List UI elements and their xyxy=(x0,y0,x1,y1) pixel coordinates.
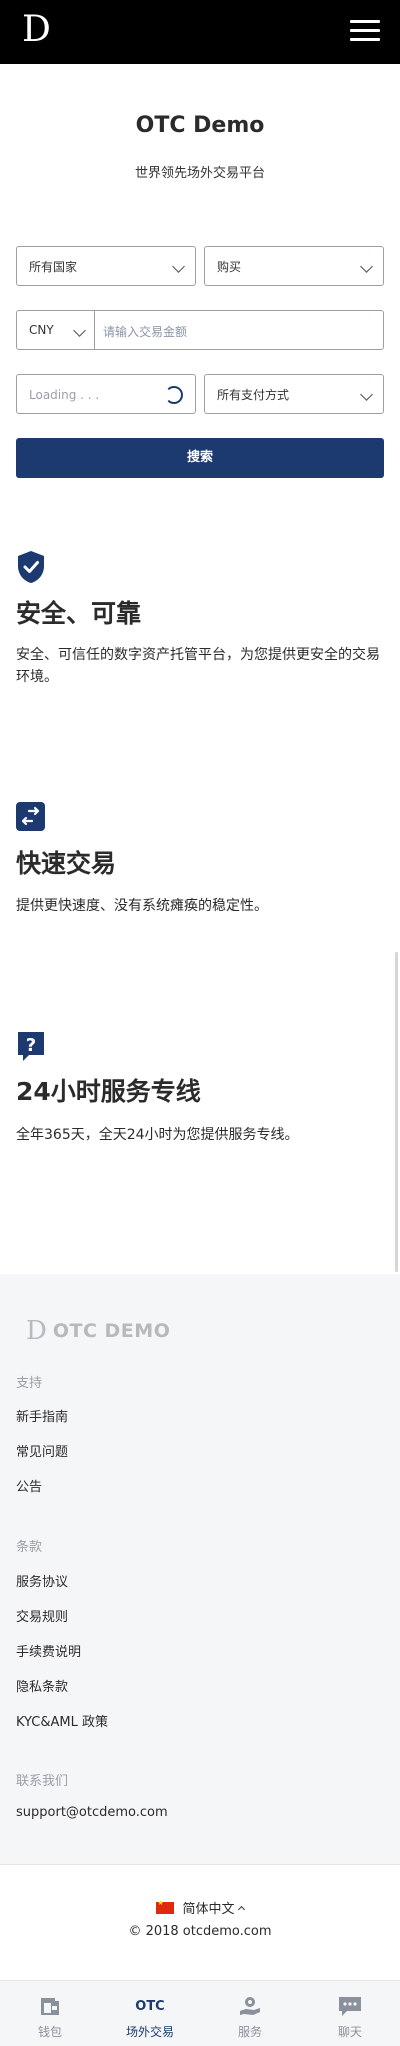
chat-icon xyxy=(339,1997,361,2016)
footer-link-faq[interactable]: 常见问题 xyxy=(16,1441,68,1460)
language-selector[interactable]: 简体中文 xyxy=(0,1898,400,1917)
search-button[interactable]: 搜索 xyxy=(16,438,384,478)
exchange-icon xyxy=(16,802,45,831)
chevron-down-icon xyxy=(73,324,86,337)
chevron-down-icon xyxy=(360,388,373,401)
feature-desc-security: 安全、可信任的数字资产托管平台，为您提供更安全的交易环境。 xyxy=(16,647,380,685)
logo[interactable]: D xyxy=(22,8,51,52)
footer-link-trading-rules[interactable]: 交易规则 xyxy=(16,1606,68,1625)
footer-link-privacy[interactable]: 隐私条款 xyxy=(16,1676,68,1695)
chevron-up-icon xyxy=(237,1905,245,1913)
svg-text:?: ? xyxy=(26,1035,36,1056)
wallet-icon xyxy=(41,1998,59,2015)
copyright: © 2018 otcdemo.com xyxy=(128,1924,272,1939)
currency-select[interactable]: CNY xyxy=(17,311,95,349)
top-bar: D xyxy=(0,0,400,64)
footer-link-kyc-aml[interactable]: KYC&AML 政策 xyxy=(16,1711,108,1730)
page-title: OTC Demo xyxy=(135,113,265,138)
loading-select[interactable]: Loading . . . xyxy=(16,374,196,414)
footer-heading-contact: 联系我们 xyxy=(16,1774,69,1789)
footer-link-guide[interactable]: 新手指南 xyxy=(16,1406,68,1425)
footer-link-fees[interactable]: 手续费说明 xyxy=(16,1641,81,1660)
footer-contact-email[interactable]: support@otcdemo.com xyxy=(16,1805,168,1820)
footer-link-service-agreement[interactable]: 服务协议 xyxy=(16,1571,68,1590)
nav-service[interactable]: 服务 xyxy=(200,1981,300,2046)
feature-desc-speed: 提供更快速度、没有系统瘫痪的稳定性。 xyxy=(16,898,268,914)
chevron-down-icon xyxy=(172,260,185,273)
otc-icon: OTC xyxy=(135,1999,165,2014)
payment-method-select[interactable]: 所有支付方式 xyxy=(204,374,384,414)
footer-divider xyxy=(0,1864,400,1865)
feature-title-security: 安全、可靠 xyxy=(16,599,142,628)
nav-wallet[interactable]: 钱包 xyxy=(0,1981,100,2046)
nav-chat[interactable]: 聊天 xyxy=(300,1981,400,2046)
country-select[interactable]: 所有国家 xyxy=(16,246,196,286)
feature-desc-support: 全年365天，全天24小时为您提供服务专线。 xyxy=(16,1127,299,1143)
bottom-nav: 钱包 OTC 场外交易 服务 聊天 xyxy=(0,1980,400,2046)
trade-type-select[interactable]: 购买 xyxy=(204,246,384,286)
footer-heading-support: 支持 xyxy=(16,1376,43,1391)
footer-link-announcements[interactable]: 公告 xyxy=(16,1476,42,1495)
amount-input[interactable]: 请输入交易金额 xyxy=(103,323,187,340)
feature-title-speed: 快速交易 xyxy=(16,849,117,878)
footer-heading-terms: 条款 xyxy=(16,1540,43,1555)
shield-check-icon xyxy=(18,551,44,583)
chevron-down-icon xyxy=(360,260,373,273)
nav-otc[interactable]: OTC 场外交易 xyxy=(100,1981,200,2046)
page-subtitle: 世界领先场外交易平台 xyxy=(134,166,265,181)
spinner-icon xyxy=(165,386,183,404)
scrollbar[interactable] xyxy=(395,952,398,1272)
question-chat-icon: ? xyxy=(18,1032,44,1061)
service-hand-icon xyxy=(240,1997,260,2015)
china-flag-icon xyxy=(156,1899,175,1914)
hamburger-menu-icon[interactable] xyxy=(350,20,380,42)
footer-logo: D OTC DEMO xyxy=(26,1316,171,1346)
currency-amount-group: CNY 请输入交易金额 xyxy=(16,310,384,350)
feature-title-support: 24小时服务专线 xyxy=(16,1077,201,1106)
